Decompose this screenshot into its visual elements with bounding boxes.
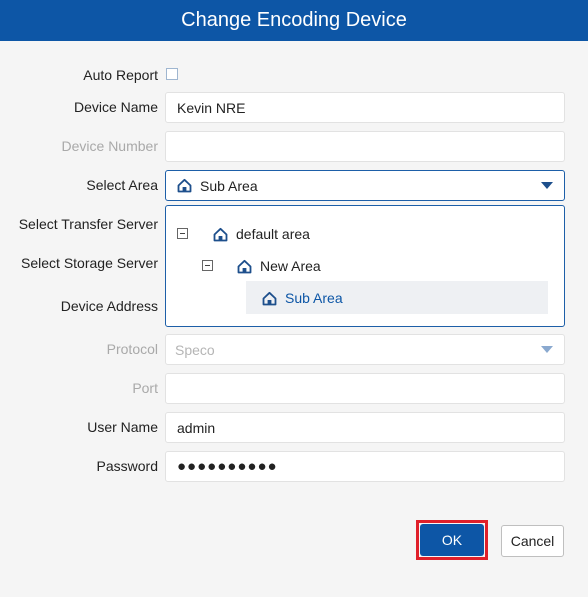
password-value: ●●●●●●●●●● xyxy=(177,458,278,475)
tree-item-label: Sub Area xyxy=(285,290,343,306)
collapse-icon[interactable] xyxy=(202,260,213,271)
tree-item-new-area[interactable]: New Area xyxy=(237,251,321,281)
protocol-dropdown[interactable]: Speco xyxy=(165,334,565,365)
auto-report-checkbox[interactable] xyxy=(166,68,178,80)
tree-item-label: default area xyxy=(236,226,310,242)
select-area-value: Sub Area xyxy=(200,177,258,194)
tree-item-label: New Area xyxy=(260,258,321,274)
password-label: Password xyxy=(96,458,158,474)
tree-item-row: Sub Area xyxy=(262,283,343,313)
auto-report-label: Auto Report xyxy=(83,67,158,83)
device-name-value: Kevin NRE xyxy=(177,99,246,116)
port-label: Port xyxy=(132,380,158,396)
home-icon xyxy=(177,178,192,193)
chevron-down-icon[interactable] xyxy=(541,346,553,353)
protocol-value: Speco xyxy=(175,341,215,358)
tree-item-default-area[interactable]: default area xyxy=(213,219,310,249)
home-icon xyxy=(237,259,252,274)
cancel-button[interactable]: Cancel xyxy=(501,525,564,557)
tree-item-sub-area[interactable]: Sub Area xyxy=(246,281,548,314)
device-address-label: Device Address xyxy=(60,298,158,314)
password-input[interactable]: ●●●●●●●●●● xyxy=(165,451,565,482)
select-transfer-server-label: Select Transfer Server xyxy=(18,216,158,232)
select-area-label: Select Area xyxy=(86,177,158,193)
user-name-value: admin xyxy=(177,419,216,436)
device-number-input[interactable] xyxy=(165,131,565,162)
user-name-label: User Name xyxy=(87,419,158,435)
area-tree-dropdown: default area New Area Sub Area xyxy=(165,205,565,327)
device-number-label: Device Number xyxy=(61,138,158,154)
protocol-label: Protocol xyxy=(106,341,158,357)
home-icon xyxy=(213,227,228,242)
ok-button[interactable]: OK xyxy=(420,524,484,556)
user-name-input[interactable]: admin xyxy=(165,412,565,443)
device-name-label: Device Name xyxy=(73,99,158,115)
chevron-down-icon[interactable] xyxy=(541,182,553,189)
collapse-icon[interactable] xyxy=(177,228,188,239)
device-name-input[interactable]: Kevin NRE xyxy=(165,92,565,123)
select-storage-server-label: Select Storage Server xyxy=(21,255,158,271)
home-icon xyxy=(262,291,277,306)
select-area-dropdown[interactable]: Sub Area xyxy=(165,170,565,201)
dialog-title: Change Encoding Device xyxy=(181,9,407,31)
dialog-title-bar: Change Encoding Device xyxy=(0,0,588,41)
port-input[interactable] xyxy=(165,373,565,404)
